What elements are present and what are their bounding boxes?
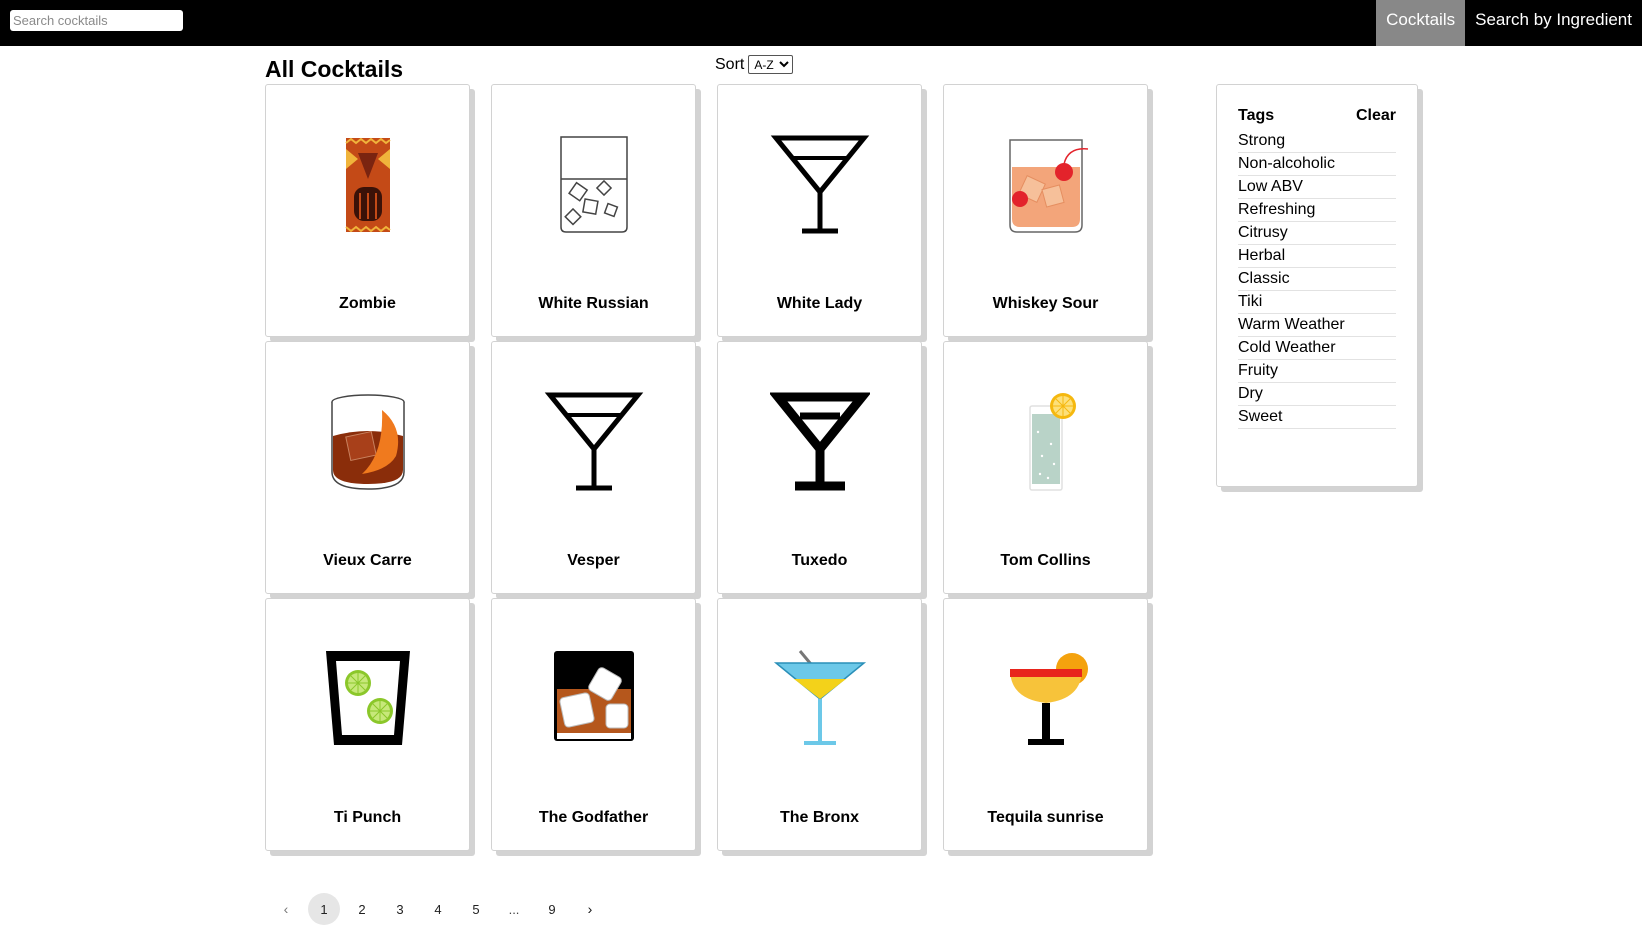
page-ellipsis: ...	[508, 901, 520, 917]
page-button[interactable]: 1	[308, 893, 340, 925]
tag-item[interactable]: Cold Weather	[1238, 337, 1396, 360]
cocktail-card[interactable]: Tequila sunrise	[943, 598, 1148, 851]
rocks-glass-cherry-icon	[996, 135, 1096, 235]
cocktail-name: The Godfather	[538, 809, 649, 826]
martini-glass-bold-icon	[768, 392, 872, 492]
tag-item[interactable]: Fruity	[1238, 360, 1396, 383]
sunrise-glass-icon	[996, 649, 1096, 749]
tag-item[interactable]: Non-alcoholic	[1238, 153, 1396, 176]
collins-glass-lemon-icon	[996, 392, 1096, 492]
cocktail-card[interactable]: Whiskey Sour	[943, 84, 1148, 337]
cocktail-card[interactable]: Vieux Carre	[265, 341, 470, 594]
tag-item[interactable]: Tiki	[1238, 291, 1396, 314]
chevron-left-icon[interactable]: ‹	[270, 893, 302, 925]
top-bar: Cocktails Search by Ingredient	[0, 0, 1642, 46]
page-button[interactable]: 2	[346, 893, 378, 925]
page-button[interactable]: 3	[384, 893, 416, 925]
page-button[interactable]: 5	[460, 893, 492, 925]
tag-item[interactable]: Classic	[1238, 268, 1396, 291]
cocktail-card[interactable]: Vesper	[491, 341, 696, 594]
cocktail-glass-straw-icon	[770, 649, 870, 749]
sort-control: Sort A-Z	[715, 55, 794, 74]
cocktail-name: Vesper	[567, 552, 620, 569]
martini-glass-outline-icon	[770, 135, 870, 235]
tag-item[interactable]: Citrusy	[1238, 222, 1396, 245]
rocks-glass-whiskey-ice-icon	[544, 649, 644, 749]
page-title: All Cocktails	[265, 56, 404, 82]
cocktail-name: Whiskey Sour	[992, 295, 1099, 312]
rocks-glass-orange-peel-icon	[318, 392, 418, 492]
search-input[interactable]	[10, 10, 183, 31]
cocktail-name: White Lady	[776, 295, 863, 312]
cocktail-name: Vieux Carre	[323, 552, 412, 569]
rocks-glass-lime-icon	[318, 649, 418, 749]
tag-item[interactable]: Warm Weather	[1238, 314, 1396, 337]
nav-cocktails[interactable]: Cocktails	[1376, 0, 1466, 46]
page-button[interactable]: 4	[422, 893, 454, 925]
rocks-glass-ice-icon	[544, 135, 644, 235]
pagination: ‹ 1 2 3 4 5 ... 9 ›	[270, 893, 612, 925]
tag-item[interactable]: Strong	[1238, 130, 1396, 153]
tag-item[interactable]: Low ABV	[1238, 176, 1396, 199]
cocktail-card[interactable]: Ti Punch	[265, 598, 470, 851]
tags-panel: Tags Clear Strong Non-alcoholic Low ABV …	[1216, 84, 1418, 487]
chevron-right-icon[interactable]: ›	[574, 893, 606, 925]
sort-select[interactable]: A-Z	[748, 55, 794, 74]
cocktail-name: Tequila sunrise	[987, 809, 1104, 826]
tags-title: Tags	[1238, 107, 1275, 124]
cocktail-card[interactable]: White Lady	[717, 84, 922, 337]
cocktail-name: Zombie	[339, 295, 396, 312]
nav-search-by-ingredient[interactable]: Search by Ingredient	[1465, 0, 1642, 46]
tag-item[interactable]: Dry	[1238, 383, 1396, 406]
cocktail-name: White Russian	[538, 295, 649, 312]
tag-item[interactable]: Sweet	[1238, 406, 1396, 429]
sort-label: Sort	[715, 55, 745, 73]
cocktail-name: The Bronx	[779, 809, 860, 826]
cocktail-card[interactable]: Zombie	[265, 84, 470, 337]
tags-header: Tags Clear	[1238, 107, 1396, 125]
cocktail-name: Ti Punch	[333, 809, 402, 826]
martini-glass-outline-icon	[544, 392, 644, 492]
cocktail-card[interactable]: The Godfather	[491, 598, 696, 851]
cocktail-card[interactable]: Tom Collins	[943, 341, 1148, 594]
clear-tags-button[interactable]: Clear	[1356, 107, 1396, 125]
cocktail-name: Tuxedo	[791, 552, 848, 569]
nav-menu: Cocktails Search by Ingredient	[1376, 0, 1642, 46]
tiki-mug-icon	[318, 135, 418, 235]
tag-item[interactable]: Herbal	[1238, 245, 1396, 268]
tags-list: Strong Non-alcoholic Low ABV Refreshing …	[1238, 130, 1396, 429]
tag-item[interactable]: Refreshing	[1238, 199, 1396, 222]
cocktail-card[interactable]: The Bronx	[717, 598, 922, 851]
cocktail-card[interactable]: White Russian	[491, 84, 696, 337]
cocktail-name: Tom Collins	[1000, 552, 1091, 569]
page-button[interactable]: 9	[536, 893, 568, 925]
cocktail-card[interactable]: Tuxedo	[717, 341, 922, 594]
